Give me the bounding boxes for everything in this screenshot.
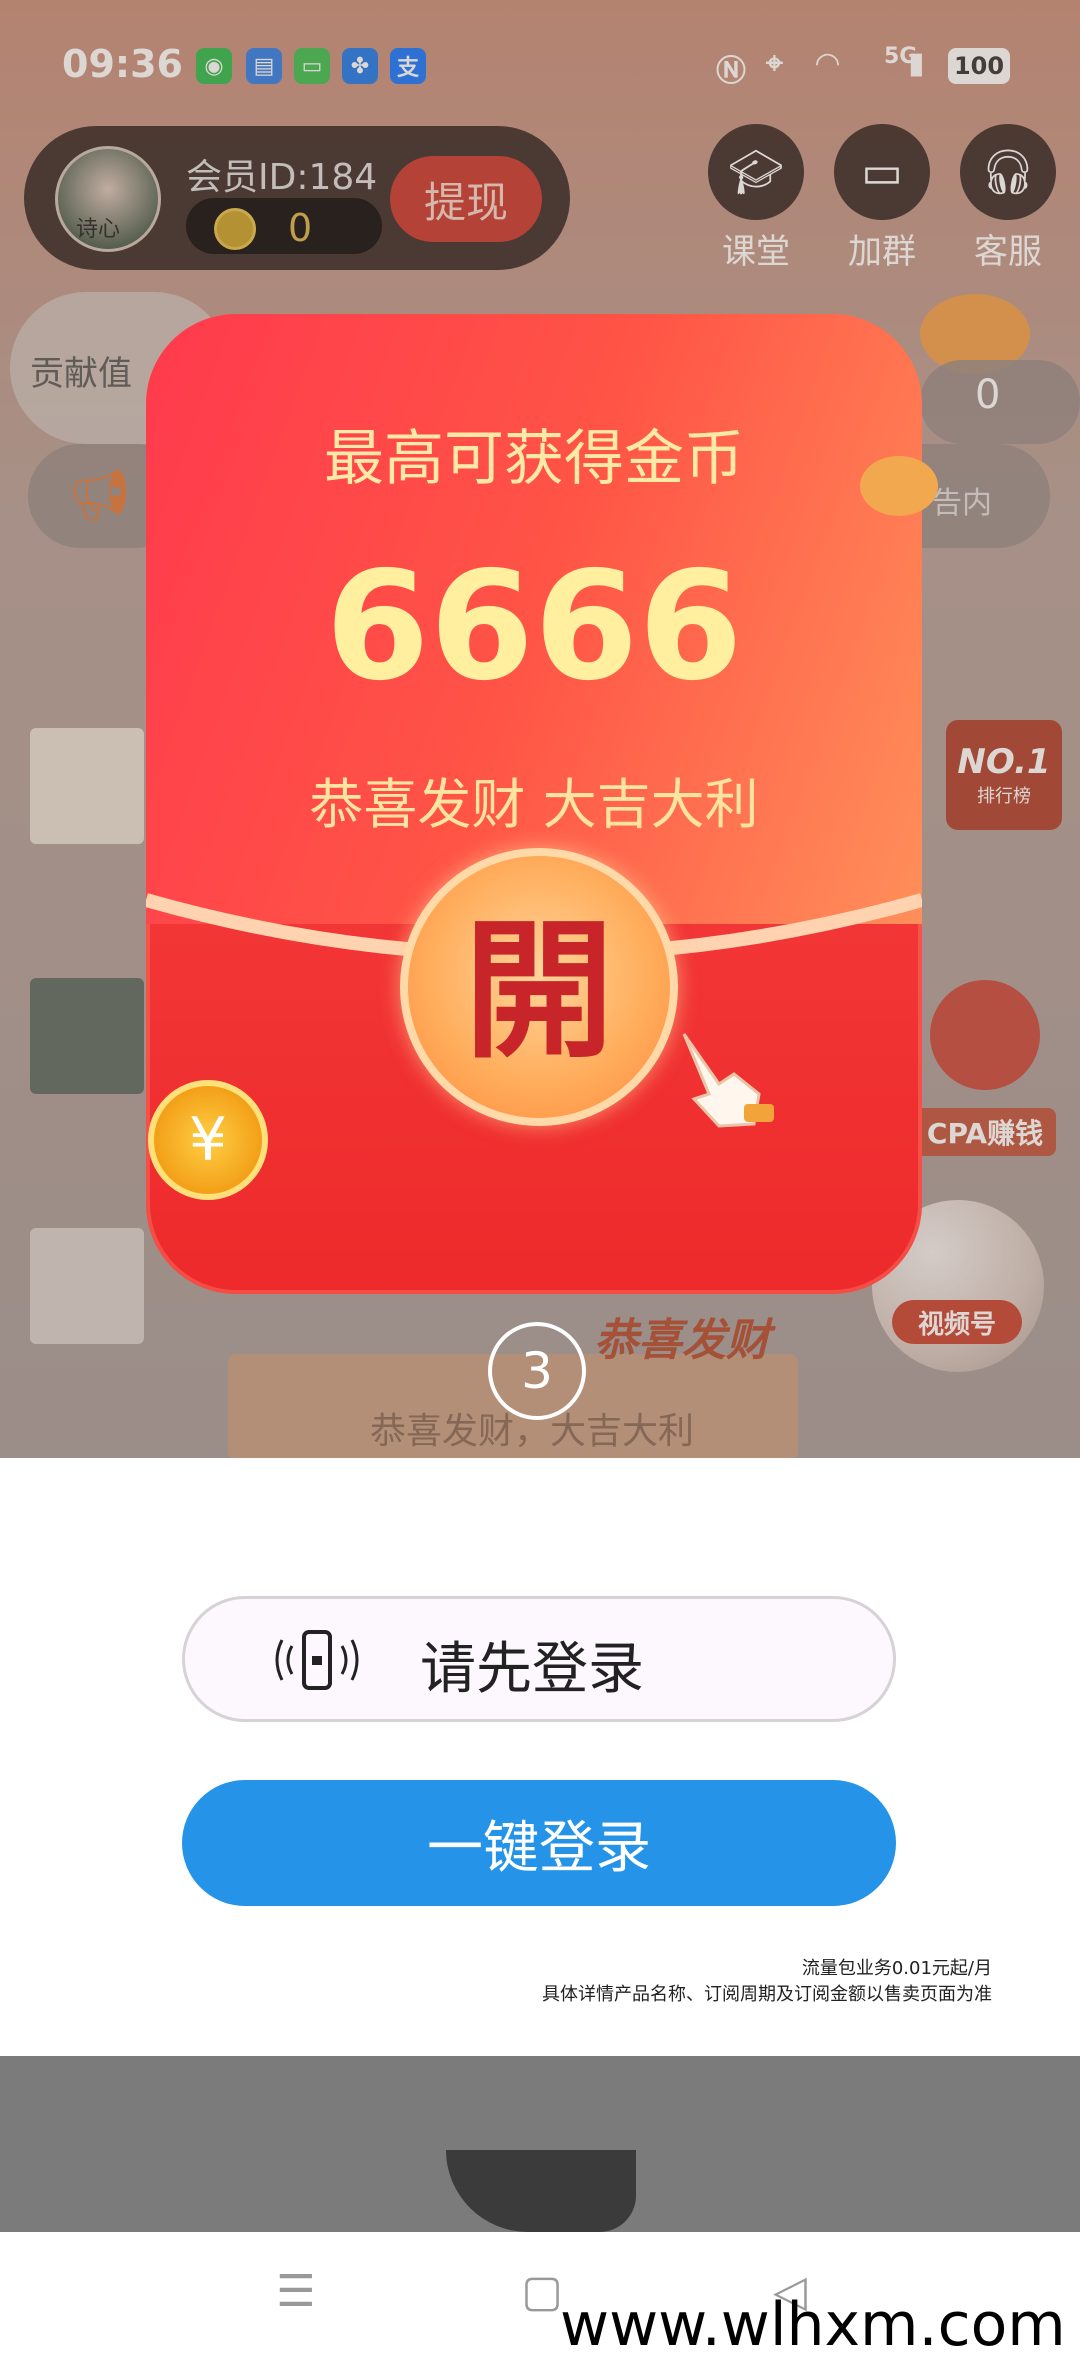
notice-line-1: 流量包业务0.01元起/月	[801, 1958, 992, 1979]
watermark: www.wlhxm.com	[560, 2290, 1066, 2360]
one-key-login-button[interactable]: 一键登录	[182, 1780, 896, 1906]
login-first-label: 请先登录	[420, 1637, 644, 1702]
pointing-hand-icon	[682, 1033, 774, 1128]
menu-icon[interactable]: ☰	[266, 2266, 326, 2326]
open-char: 開	[463, 903, 614, 1079]
envelope-title: 最高可获得金币	[324, 424, 744, 494]
notice-line-2: 具体详情产品名称、订阅周期及订阅金额以售卖页面为准	[542, 1984, 992, 2005]
phone-lock-icon	[275, 1630, 359, 1690]
envelope-blessing: 恭喜发财 大吉大利	[309, 773, 759, 836]
envelope-amount: 6666	[325, 540, 743, 714]
yuan-coin-icon: ¥	[148, 1080, 268, 1200]
countdown-timer: 3	[488, 1322, 586, 1420]
